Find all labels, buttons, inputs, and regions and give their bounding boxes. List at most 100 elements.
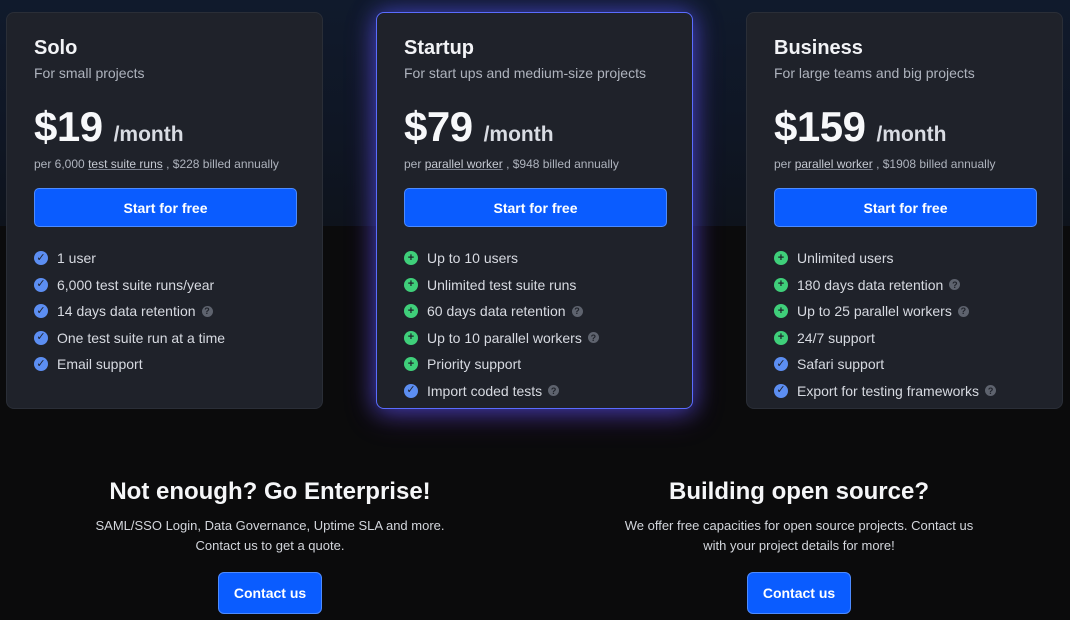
billing-note: per 6,000 test suite runs , $228 billed … — [34, 157, 295, 171]
enterprise-line-1: SAML/SSO Login, Data Governance, Uptime … — [95, 518, 445, 533]
feature-text: Up to 10 parallel workers — [427, 329, 582, 346]
enterprise-description: SAML/SSO Login, Data Governance, Uptime … — [40, 516, 500, 556]
feature-item: +180 days data retention? — [774, 272, 1035, 299]
open-source-description: We offer free capacities for open source… — [569, 516, 1029, 556]
feature-text: 24/7 support — [797, 329, 875, 346]
feature-item: ✓ 6,000 test suite runs/year — [34, 272, 295, 299]
plus-circle-icon: + — [774, 330, 788, 345]
help-icon[interactable]: ? — [548, 385, 560, 397]
price-row: $79 /month — [404, 103, 665, 151]
feature-text: Up to 25 parallel workers — [797, 303, 952, 320]
billing-unit-link[interactable]: test suite runs — [88, 157, 163, 171]
plan-name: Solo — [34, 37, 78, 59]
feature-text: 60 days data retention — [427, 303, 566, 320]
plan-price: $19 — [34, 103, 103, 150]
feature-list: + Up to 10 users + Unlimited test suite run… — [404, 245, 665, 404]
feature-item: ✓ Export for testing frameworks? — [774, 378, 1035, 405]
help-icon[interactable]: ? — [957, 305, 969, 317]
feature-item: +60 days data retention? — [404, 298, 665, 325]
feature-text: Import coded tests — [427, 382, 543, 399]
plan-card-startup: Startup For start ups and medium-size pr… — [376, 12, 693, 409]
billing-prefix: per — [404, 157, 422, 171]
open-source-section: Building open source? We offer free capa… — [569, 478, 1029, 614]
open-source-line-1: We offer free capacities for open source… — [624, 518, 974, 533]
check-circle-icon: ✓ — [34, 251, 48, 266]
plan-subtitle: For start ups and medium-size projects — [404, 65, 646, 81]
check-circle-icon: ✓ — [404, 383, 418, 398]
feature-item: + Unlimited test suite runs — [404, 272, 665, 299]
feature-text: 180 days data retention — [797, 276, 944, 293]
feature-list: + Unlimited users +180 days data retention… — [774, 245, 1035, 404]
feature-item: + Up to 10 parallel workers? — [404, 325, 665, 352]
billing-note: per parallel worker , $948 billed annual… — [404, 157, 665, 171]
enterprise-title: Not enough? Go Enterprise! — [109, 478, 431, 505]
billing-unit-link[interactable]: parallel worker — [795, 157, 873, 171]
check-circle-icon: ✓ — [34, 277, 48, 292]
feature-text: 6,000 test suite runs/year — [57, 276, 215, 293]
help-icon[interactable]: ? — [571, 305, 583, 317]
plus-circle-icon: + — [404, 357, 418, 372]
feature-text: Up to 10 users — [427, 250, 519, 267]
feature-item: ✓ Import coded tests? — [404, 378, 665, 405]
plus-circle-icon: + — [404, 251, 418, 266]
check-circle-icon: ✓ — [774, 357, 788, 372]
plan-card-business: Business For large teams and big project… — [746, 12, 1063, 409]
feature-item: ✓ 1 user — [34, 245, 295, 272]
open-source-title: Building open source? — [668, 478, 929, 505]
billing-suffix: , $948 billed annually — [506, 157, 619, 171]
feature-item: +24/7 support — [774, 325, 1035, 352]
feature-item: + Up to 10 users — [404, 245, 665, 272]
start-for-free-button[interactable]: Start for free — [404, 188, 667, 227]
feature-text: One test suite run at a time — [57, 329, 226, 346]
billing-suffix: , $1908 billed annually — [876, 157, 996, 171]
plus-circle-icon: + — [404, 304, 418, 319]
feature-item: + Up to 25 parallel workers? — [774, 298, 1035, 325]
enterprise-contact-button[interactable]: Contact us — [218, 572, 322, 614]
open-source-contact-button[interactable]: Contact us — [747, 572, 851, 614]
plan-subtitle: For large teams and big projects — [774, 65, 975, 81]
plan-subtitle: For small projects — [34, 65, 145, 81]
feature-text: Safari support — [797, 356, 885, 373]
check-circle-icon: ✓ — [34, 304, 48, 319]
price-row: $159 /month — [774, 103, 1035, 151]
plan-name: Business — [774, 37, 863, 59]
check-circle-icon: ✓ — [774, 383, 788, 398]
price-period: /month — [113, 123, 184, 146]
check-circle-icon: ✓ — [34, 330, 48, 345]
plus-circle-icon: + — [774, 304, 788, 319]
enterprise-line-2: Contact us to get a quote. — [195, 538, 345, 553]
feature-item: ✓ Safari support — [774, 351, 1035, 378]
feature-text: 1 user — [57, 250, 96, 267]
plan-price: $159 — [774, 103, 866, 150]
plan-card-solo: Solo For small projects $19 /month per 6… — [6, 12, 323, 409]
feature-text: Email support — [57, 356, 143, 373]
feature-item: + Unlimited users — [774, 245, 1035, 272]
billing-unit-link[interactable]: parallel worker — [425, 157, 503, 171]
plus-circle-icon: + — [404, 330, 418, 345]
feature-item: ✓ Email support — [34, 351, 295, 378]
enterprise-section: Not enough? Go Enterprise! SAML/SSO Logi… — [40, 478, 500, 614]
feature-item: + Priority support — [404, 351, 665, 378]
plus-circle-icon: + — [774, 251, 788, 266]
feature-item: ✓ One test suite run at a time — [34, 325, 295, 352]
feature-text: Export for testing frameworks — [797, 382, 980, 399]
billing-suffix: , $228 billed annually — [166, 157, 279, 171]
billing-prefix: per 6,000 — [34, 157, 85, 171]
plan-price: $79 — [404, 103, 473, 150]
help-icon[interactable]: ? — [949, 279, 961, 291]
price-period: /month — [483, 123, 554, 146]
help-icon[interactable]: ? — [587, 332, 599, 344]
start-for-free-button[interactable]: Start for free — [34, 188, 297, 227]
price-row: $19 /month — [34, 103, 295, 151]
feature-list: ✓ 1 user ✓ 6,000 test suite runs/year ✓ 14 da… — [34, 245, 295, 378]
plus-circle-icon: + — [774, 277, 788, 292]
feature-item: ✓ 14 days data retention? — [34, 298, 295, 325]
feature-text: Unlimited test suite runs — [427, 276, 577, 293]
feature-text: Priority support — [427, 356, 522, 373]
start-for-free-button[interactable]: Start for free — [774, 188, 1037, 227]
feature-text: Unlimited users — [797, 250, 894, 267]
check-circle-icon: ✓ — [34, 357, 48, 372]
help-icon[interactable]: ? — [985, 385, 997, 397]
help-icon[interactable]: ? — [201, 305, 213, 317]
price-period: /month — [876, 123, 947, 146]
